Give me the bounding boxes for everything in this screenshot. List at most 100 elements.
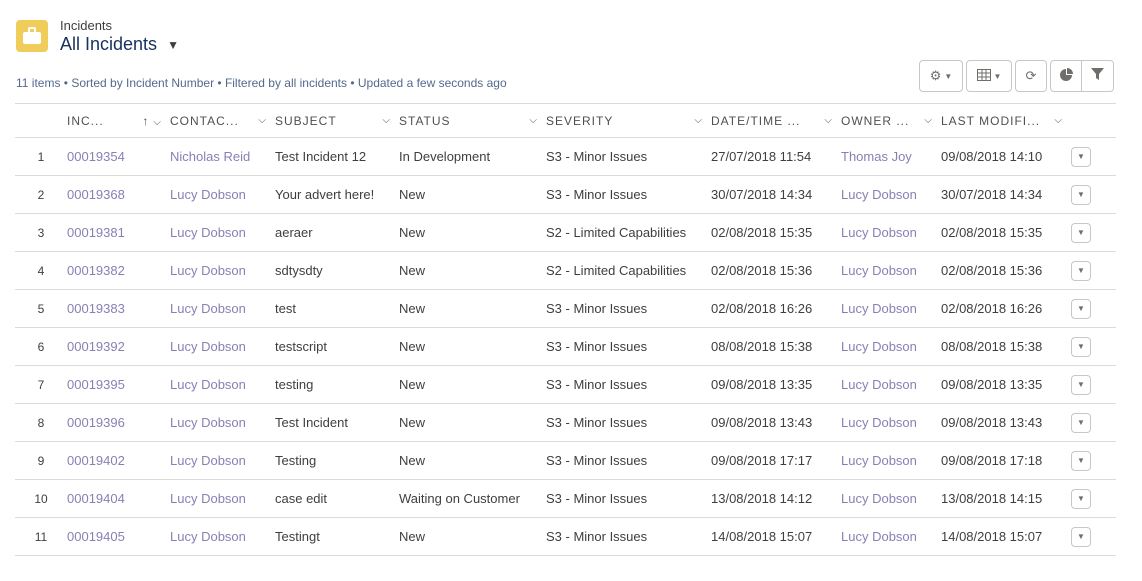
display-as-button[interactable]: ▼ — [966, 60, 1012, 92]
severity-cell-text: S3 - Minor Issues — [546, 149, 648, 164]
row-actions-button[interactable]: ▼ — [1071, 488, 1091, 509]
owner-link[interactable]: Lucy Dobson — [841, 339, 917, 354]
owner-link[interactable]: Thomas Joy — [841, 149, 912, 164]
owner-link[interactable]: Lucy Dobson — [841, 415, 917, 430]
datetime-cell: 02/08/2018 16:26 — [711, 289, 841, 328]
last-modified-cell-text: 08/08/2018 15:38 — [941, 339, 1043, 354]
row-actions-button[interactable]: ▼ — [1071, 412, 1091, 433]
chevron-down-icon: ▼ — [1077, 494, 1085, 503]
incident-number-link[interactable]: 00019354 — [67, 149, 125, 164]
contact-link[interactable]: Nicholas Reid — [170, 149, 250, 164]
column-header-status[interactable]: STATUS ⌵ — [399, 103, 546, 138]
column-header-owner[interactable]: OWNER ... ⌵ — [841, 103, 941, 138]
subject-cell-text: Testingt — [275, 529, 320, 544]
row-actions-button[interactable]: ▼ — [1071, 146, 1091, 167]
owner-link[interactable]: Lucy Dobson — [841, 529, 917, 544]
column-header-incident[interactable]: INC... ↑ ⌵ — [67, 103, 170, 138]
contact-link[interactable]: Lucy Dobson — [170, 225, 246, 240]
chevron-down-icon[interactable]: ⌵ — [258, 115, 267, 126]
contact-link[interactable]: Lucy Dobson — [170, 491, 246, 506]
incident-number-cell: 00019368 — [67, 175, 170, 214]
incident-number-link[interactable]: 00019402 — [67, 453, 125, 468]
row-number-text: 10 — [34, 491, 48, 506]
column-header-datetime[interactable]: DATE/TIME ... ⌵ — [711, 103, 841, 138]
incident-number-link[interactable]: 00019404 — [67, 491, 125, 506]
last-modified-cell-text: 02/08/2018 15:36 — [941, 263, 1043, 278]
chevron-down-icon[interactable]: ⌵ — [924, 115, 933, 126]
column-header-last-modified[interactable]: LAST MODIFI... ⌵ — [941, 103, 1071, 138]
contact-link[interactable]: Lucy Dobson — [170, 301, 246, 316]
owner-link[interactable]: Lucy Dobson — [841, 187, 917, 202]
contact-link[interactable]: Lucy Dobson — [170, 453, 246, 468]
filter-button[interactable] — [1082, 60, 1114, 92]
chevron-down-icon[interactable]: ⌵ — [153, 117, 162, 128]
datetime-cell: 09/08/2018 17:17 — [711, 441, 841, 480]
incident-number-link[interactable]: 00019395 — [67, 377, 125, 392]
datetime-cell: 13/08/2018 14:12 — [711, 479, 841, 518]
severity-cell: S3 - Minor Issues — [546, 441, 711, 480]
row-actions-button[interactable]: ▼ — [1071, 450, 1091, 471]
owner-link[interactable]: Lucy Dobson — [841, 453, 917, 468]
contact-link[interactable]: Lucy Dobson — [170, 263, 246, 278]
chevron-down-icon[interactable]: ⌵ — [824, 115, 833, 126]
last-modified-cell-text: 09/08/2018 13:35 — [941, 377, 1043, 392]
owner-link[interactable]: Lucy Dobson — [841, 491, 917, 506]
contact-cell: Lucy Dobson — [170, 289, 275, 328]
incident-number-link[interactable]: 00019368 — [67, 187, 125, 202]
owner-link[interactable]: Lucy Dobson — [841, 225, 917, 240]
filter-icon — [1091, 68, 1104, 84]
contact-link[interactable]: Lucy Dobson — [170, 415, 246, 430]
column-header-subject[interactable]: SUBJECT ⌵ — [275, 103, 399, 138]
last-modified-cell: 09/08/2018 13:43 — [941, 403, 1071, 442]
incident-number-link[interactable]: 00019392 — [67, 339, 125, 354]
row-actions-button[interactable]: ▼ — [1071, 260, 1091, 281]
subject-cell-text: sdtysdty — [275, 263, 323, 278]
row-actions-button[interactable]: ▼ — [1071, 298, 1091, 319]
row-actions-button[interactable]: ▼ — [1071, 526, 1091, 547]
column-header-severity[interactable]: SEVERITY ⌵ — [546, 103, 711, 138]
chevron-down-icon[interactable]: ⌵ — [529, 115, 538, 126]
owner-cell: Lucy Dobson — [841, 517, 941, 556]
row-actions-button[interactable]: ▼ — [1071, 184, 1091, 205]
caret-down-icon[interactable]: ▼ — [167, 38, 179, 52]
incident-number-link[interactable]: 00019396 — [67, 415, 125, 430]
table-row: 10 00019404 Lucy Dobson case edit Waiting on… — [15, 479, 1116, 518]
incident-number-link[interactable]: 00019381 — [67, 225, 125, 240]
contact-link[interactable]: Lucy Dobson — [170, 377, 246, 392]
charts-button[interactable] — [1050, 60, 1082, 92]
column-header-contact[interactable]: CONTAC... ⌵ — [170, 103, 275, 138]
owner-link[interactable]: Lucy Dobson — [841, 301, 917, 316]
list-view-selector[interactable]: All Incidents ▼ — [60, 34, 179, 55]
incident-number-link[interactable]: 00019383 — [67, 301, 125, 316]
chevron-down-icon[interactable]: ⌵ — [1054, 115, 1063, 126]
contact-link[interactable]: Lucy Dobson — [170, 339, 246, 354]
incident-number-link[interactable]: 00019382 — [67, 263, 125, 278]
owner-link[interactable]: Lucy Dobson — [841, 377, 917, 392]
subject-cell: Your advert here! — [275, 175, 399, 214]
incident-number-cell: 00019405 — [67, 517, 170, 556]
column-header-label: DATE/TIME ... — [711, 113, 801, 128]
subject-cell-text: test — [275, 301, 296, 316]
list-settings-button[interactable]: ⚙ ▼ — [919, 60, 963, 92]
column-header-label: SEVERITY — [546, 113, 614, 128]
incident-number-cell: 00019396 — [67, 403, 170, 442]
chevron-down-icon[interactable]: ⌵ — [382, 115, 391, 126]
row-actions-button[interactable]: ▼ — [1071, 222, 1091, 243]
incident-number-link[interactable]: 00019405 — [67, 529, 125, 544]
chevron-down-icon[interactable]: ⌵ — [694, 115, 703, 126]
subject-cell: case edit — [275, 479, 399, 518]
table-columns-icon — [976, 68, 991, 84]
refresh-button[interactable]: ⟳ — [1015, 60, 1047, 92]
row-actions-button[interactable]: ▼ — [1071, 336, 1091, 357]
datetime-cell-text: 13/08/2018 14:12 — [711, 491, 813, 506]
row-actions-button[interactable]: ▼ — [1071, 374, 1091, 395]
contact-cell: Lucy Dobson — [170, 441, 275, 480]
contact-link[interactable]: Lucy Dobson — [170, 187, 246, 202]
contact-cell: Lucy Dobson — [170, 175, 275, 214]
row-actions-cell: ▼ — [1071, 289, 1116, 328]
status-cell-text: New — [399, 377, 426, 392]
row-actions-cell: ▼ — [1071, 327, 1116, 366]
owner-link[interactable]: Lucy Dobson — [841, 263, 917, 278]
contact-link[interactable]: Lucy Dobson — [170, 529, 246, 544]
row-actions-cell: ▼ — [1071, 479, 1116, 518]
